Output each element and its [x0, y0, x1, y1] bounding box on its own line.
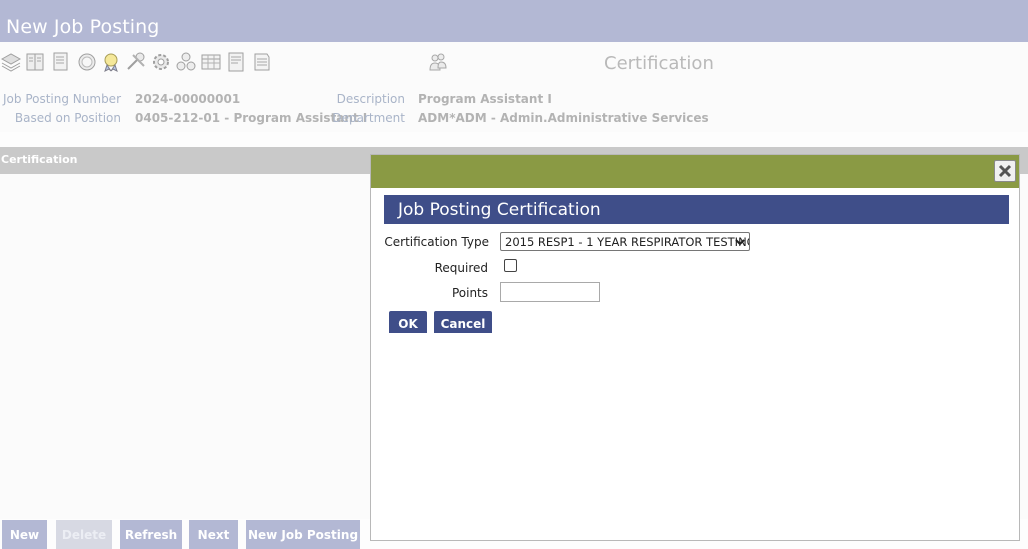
new-job-posting-button[interactable]: New Job Posting — [246, 520, 360, 549]
close-button[interactable] — [994, 160, 1016, 182]
description-value: Program Assistant I — [418, 92, 552, 106]
gear-icon[interactable] — [150, 51, 172, 73]
title-bar: New Job Posting — [0, 0, 1028, 42]
table-icon[interactable] — [200, 51, 222, 73]
certification-type-value: 2015 RESP1 - 1 YEAR RESPIRATOR TESTING — [505, 235, 750, 249]
dialog-title-bar[interactable] — [371, 155, 1019, 188]
document-icon[interactable] — [50, 51, 72, 73]
app-window: New Job Posting Certification Job Postin… — [0, 0, 1028, 549]
book-icon[interactable] — [24, 51, 46, 73]
grid-header-label: Certification — [1, 153, 78, 166]
cancel-button[interactable]: Cancel — [434, 311, 492, 333]
toolbar — [0, 42, 1028, 86]
chevron-down-icon — [735, 239, 745, 246]
next-button[interactable]: Next — [189, 520, 238, 549]
group-icon[interactable] — [175, 51, 197, 73]
job-posting-info: Job Posting Number 2024-00000001 Based o… — [0, 86, 1028, 132]
certification-type-select[interactable]: 2015 RESP1 - 1 YEAR RESPIRATOR TESTING — [500, 232, 750, 251]
ok-button[interactable]: OK — [389, 311, 427, 333]
people-icon[interactable] — [427, 51, 449, 73]
dialog-title: Job Posting Certification — [398, 200, 601, 220]
tools-icon[interactable] — [125, 51, 147, 73]
required-checkbox[interactable] — [504, 259, 517, 272]
close-icon — [998, 164, 1012, 178]
points-input[interactable] — [500, 282, 600, 302]
certification-dialog: Job Posting Certification Certification … — [370, 154, 1020, 541]
window-title: New Job Posting — [6, 16, 160, 38]
required-label: Required — [434, 261, 488, 275]
certification-type-label: Certification Type — [384, 235, 489, 249]
layers-icon[interactable] — [0, 51, 22, 73]
award-icon[interactable] — [100, 51, 122, 73]
job-posting-number-label: Job Posting Number — [3, 92, 121, 106]
job-posting-number-value: 2024-00000001 — [135, 92, 241, 106]
description-label: Description — [336, 92, 405, 106]
dialog-header: Job Posting Certification — [384, 195, 1009, 224]
delete-button[interactable]: Delete — [56, 520, 112, 549]
page-icon[interactable] — [226, 51, 248, 73]
based-on-position-label: Based on Position — [14, 111, 121, 125]
new-button[interactable]: New — [2, 520, 47, 549]
points-label: Points — [451, 286, 488, 300]
department-label: Department — [332, 111, 405, 125]
refresh-button[interactable]: Refresh — [120, 520, 182, 549]
circle-icon[interactable] — [76, 51, 98, 73]
department-value: ADM*ADM - Admin.Administrative Services — [418, 111, 709, 125]
notes-icon[interactable] — [251, 51, 273, 73]
section-title: Certification — [604, 53, 714, 74]
